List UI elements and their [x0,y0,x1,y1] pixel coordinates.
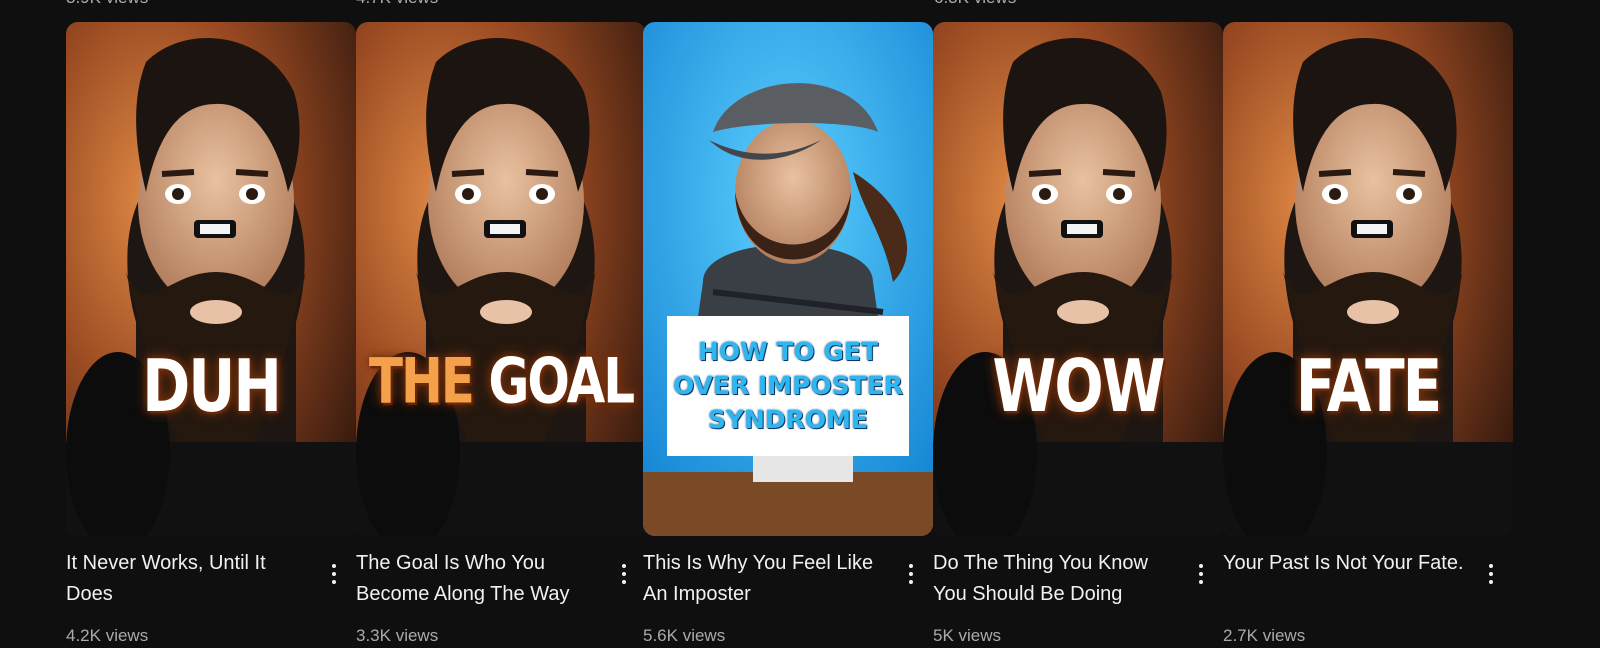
more-vert-icon[interactable] [612,556,636,592]
thumbnail-caption-box: HOW TO GET OVER IMPOSTER SYNDROME [667,316,909,456]
short-card[interactable]: WOW Do The Thing You Know You Should Be … [933,22,1223,648]
view-count: 6.3K views [934,0,1016,8]
short-thumbnail[interactable]: DUH [66,22,356,536]
view-count: 5.6K views [643,626,726,645]
short-thumbnail[interactable]: FATE [1223,22,1513,536]
short-thumbnail[interactable]: WOW [933,22,1223,536]
caption-part: THE [368,344,475,418]
short-thumbnail[interactable]: THE GOAL [356,22,646,536]
thumbnail-image [643,22,933,536]
thumbnail-image [356,22,646,536]
thumbnail-caption: HOW TO GET OVER IMPOSTER SYNDROME [672,337,904,434]
short-title[interactable]: Your Past Is Not Your Fate. [1223,548,1471,579]
short-card[interactable]: THE GOAL The Goal Is Who You Become Alon… [356,22,646,648]
more-vert-icon[interactable] [1479,556,1503,592]
short-title[interactable]: It Never Works, Until It Does [66,548,314,610]
thumbnail-caption: DUH [142,343,282,429]
thumbnail-caption: THE GOAL [356,345,646,418]
more-vert-icon[interactable] [322,556,346,592]
view-count: 5K views [933,626,1002,645]
short-title[interactable]: Do The Thing You Know You Should Be Doin… [933,548,1181,610]
view-count: 3.9K views [66,0,148,8]
short-thumbnail[interactable]: HOW TO GET OVER IMPOSTER SYNDROME [643,22,933,536]
short-card[interactable]: DUH It Never Works, Until It Does 4.2K v… [66,22,356,648]
thumbnail-image [1223,22,1513,536]
thumbnail-image [933,22,1223,536]
thumbnail-caption: WOW [992,343,1165,429]
shorts-grid: DUH It Never Works, Until It Does 4.2K v… [66,22,1536,648]
short-card[interactable]: HOW TO GET OVER IMPOSTER SYNDROME This I… [643,22,933,648]
more-vert-icon[interactable] [1189,556,1213,592]
more-vert-icon[interactable] [899,556,923,592]
thumbnail-caption: FATE [1295,343,1443,429]
short-card[interactable]: FATE Your Past Is Not Your Fate. 2.7K vi… [1223,22,1513,648]
view-count: 3.3K views [356,626,439,645]
short-title[interactable]: This Is Why You Feel Like An Imposter [643,548,891,610]
caption-part: GOAL [488,344,635,418]
thumbnail-image [66,22,356,536]
view-count: 2.7K views [1223,626,1306,645]
short-title[interactable]: The Goal Is Who You Become Along The Way [356,548,604,610]
view-count: 4.7K views [356,0,438,8]
previous-row-views: 3.9K views 4.7K views 6.3K views [0,0,1600,12]
view-count: 4.2K views [66,626,149,645]
